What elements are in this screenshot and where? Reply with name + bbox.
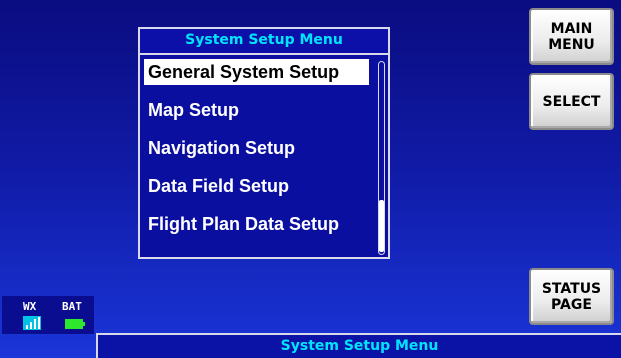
status-indicators: WX BAT — [2, 296, 94, 334]
menu-list: General System Setup Map Setup Navigatio… — [144, 59, 369, 249]
wx-label: WX — [23, 300, 37, 313]
system-setup-menu-panel: System Setup Menu General System Setup M… — [138, 27, 390, 259]
status-page-button[interactable]: STATUS PAGE — [529, 268, 614, 325]
select-button[interactable]: SELECT — [529, 73, 614, 130]
main-menu-button[interactable]: MAIN MENU — [529, 8, 614, 65]
device-screen: System Setup Menu General System Setup M… — [0, 0, 621, 358]
menu-scrollbar[interactable] — [378, 61, 385, 255]
menu-item-map-setup[interactable]: Map Setup — [144, 97, 369, 123]
signal-bars-icon — [23, 316, 41, 330]
menu-item-data-field-setup[interactable]: Data Field Setup — [144, 173, 369, 199]
status-bar: System Setup Menu — [96, 333, 621, 358]
menu-item-general-system-setup[interactable]: General System Setup — [144, 59, 369, 85]
menu-item-flight-plan-data-setup[interactable]: Flight Plan Data Setup — [144, 211, 369, 237]
battery-icon — [65, 319, 85, 329]
menu-item-navigation-setup[interactable]: Navigation Setup — [144, 135, 369, 161]
bat-label: BAT — [62, 300, 82, 313]
menu-title: System Setup Menu — [140, 29, 388, 55]
menu-scrollbar-thumb[interactable] — [379, 200, 384, 252]
